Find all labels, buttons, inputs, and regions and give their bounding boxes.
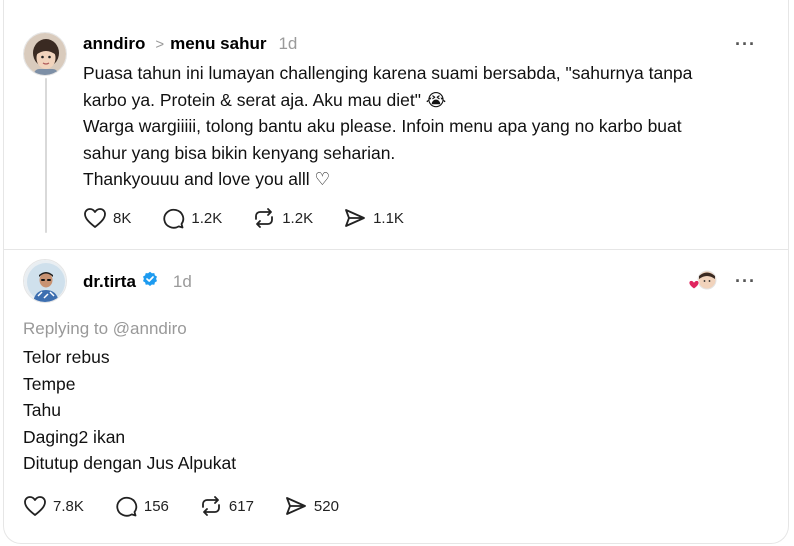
comment-icon — [116, 496, 137, 517]
replying-to-label[interactable]: Replying to @anndiro — [23, 319, 187, 339]
reply-line: Tempe — [23, 373, 76, 394]
post-repost-count: 1.2K — [282, 209, 314, 227]
reply-line: Tahu — [23, 400, 61, 420]
author-liked-heart-icon — [688, 280, 700, 290]
post-line: Puasa tahun ini lumayan challenging kare… — [83, 63, 693, 83]
repost-icon — [255, 208, 274, 228]
post-topic[interactable]: menu sahur — [170, 34, 266, 54]
reply-line: Daging2 ikan — [23, 426, 126, 447]
reply-body: Telor rebus Tempe Tahu Daging2 ikan Ditu… — [23, 344, 236, 477]
post-line: Warga wargiiiii, tolong bantu aku please… — [83, 116, 682, 136]
send-icon — [286, 497, 306, 515]
reply-share-count: 520 — [313, 497, 339, 515]
topic-separator: > — [155, 35, 165, 53]
post-line: karbo ya. Protein & serat aja. Aku mau d… — [83, 89, 447, 110]
post-line: Thankyouuu and love you alll ♡ — [83, 169, 331, 189]
reply-more-options-icon[interactable]: ··· — [735, 272, 756, 290]
dr-tirta-avatar[interactable] — [23, 259, 67, 303]
post-username[interactable]: anndiro — [83, 34, 145, 54]
reply-like-button[interactable]: 7.8K — [23, 495, 84, 517]
reply-actions: 7.8K 156 617 520 — [23, 495, 369, 517]
post-share-count: 1.1K — [373, 209, 404, 227]
heart-icon — [24, 496, 46, 516]
post-actions: 8K 1.2K 1.2K 1.1K — [83, 207, 434, 229]
post-share-button[interactable]: 1.1K — [343, 207, 404, 229]
repost-icon — [201, 496, 220, 516]
anndiro-avatar[interactable] — [23, 32, 67, 76]
post-timestamp[interactable]: 1d — [278, 34, 297, 54]
reply-timestamp[interactable]: 1d — [173, 272, 192, 292]
post-line: sahur yang bisa bikin kenyang seharian. — [83, 142, 396, 163]
verified-badge-icon — [142, 271, 158, 292]
post-like-count: 8K — [113, 209, 132, 227]
comment-icon — [163, 208, 185, 229]
reply-line: Ditutup dengan Jus Alpukat — [23, 453, 237, 473]
post-repost-button[interactable]: 1.2K — [252, 207, 313, 229]
reply-reply-count: 156 — [143, 497, 169, 515]
post-divider — [3, 249, 789, 250]
post-reply-count: 1.2K — [191, 209, 223, 227]
reply-header: dr.tirta 1d — [83, 271, 192, 292]
author-liked-indicator — [688, 270, 718, 292]
post-reply-button[interactable]: 1.2K — [161, 207, 222, 229]
reply-repost-count: 617 — [228, 497, 254, 515]
post-more-options-icon[interactable]: ··· — [735, 35, 756, 53]
reply-like-count: 7.8K — [53, 497, 84, 515]
reply-share-button[interactable]: 520 — [284, 495, 339, 517]
post-header: anndiro > menu sahur 1d — [83, 34, 297, 54]
reply-username[interactable]: dr.tirta — [83, 272, 136, 292]
thread-connector-line — [45, 78, 47, 233]
post-body: Puasa tahun ini lumayan challenging kare… — [83, 60, 692, 193]
send-icon — [345, 209, 365, 227]
reply-reply-button[interactable]: 156 — [114, 495, 169, 517]
reply-repost-button[interactable]: 617 — [199, 495, 254, 517]
heart-icon — [84, 208, 106, 228]
reply-line: Telor rebus — [23, 347, 110, 367]
post-like-button[interactable]: 8K — [83, 207, 131, 229]
